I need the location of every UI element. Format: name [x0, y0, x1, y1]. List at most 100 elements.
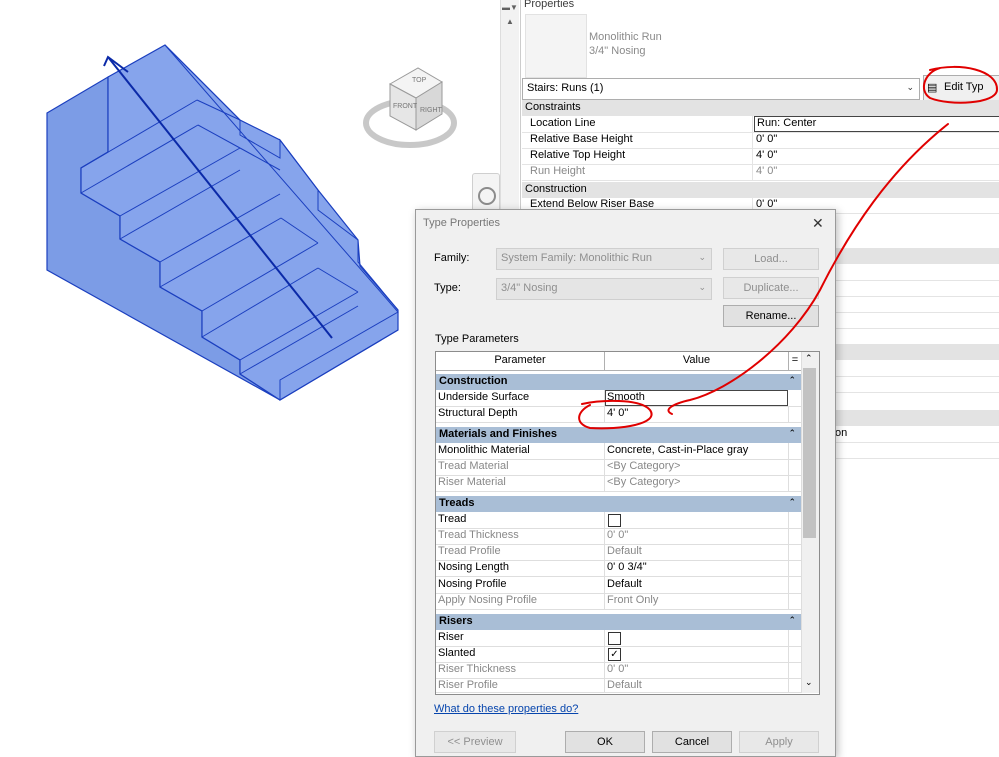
viewcube-front-label: FRONT: [393, 103, 418, 110]
scroll-up-icon[interactable]: ⌃: [805, 353, 813, 364]
slanted-checkbox[interactable]: ✓: [608, 648, 621, 661]
row-tread-material: Tread Material <By Category>: [436, 459, 801, 476]
param-value: 0' 0": [607, 529, 629, 541]
viewcube-right-label: RIGHT: [420, 107, 443, 114]
hidden-row: [835, 312, 999, 329]
type-selector-value: Stairs: Runs (1): [527, 82, 604, 94]
rename-button[interactable]: Rename...: [723, 305, 819, 327]
row-tread-thickness: Tread Thickness 0' 0": [436, 528, 801, 545]
close-icon[interactable]: ✕: [812, 215, 824, 232]
properties-title: Properties: [524, 0, 575, 10]
collapse-icon[interactable]: ⌃: [788, 375, 796, 386]
type-label: Type:: [434, 282, 461, 294]
section-label: Materials and Finishes: [439, 428, 557, 440]
hidden-row: [835, 280, 999, 297]
prop-row-relative-top-height[interactable]: Relative Top Height 4' 0": [522, 148, 999, 165]
row-structural-depth[interactable]: Structural Depth 4' 0": [436, 406, 801, 423]
param-key: Nosing Profile: [438, 578, 507, 590]
prop-key: Location Line: [530, 117, 596, 129]
scroll-down-icon[interactable]: ⌄: [805, 677, 813, 688]
edit-type-button[interactable]: ▤ Edit Typ: [923, 75, 999, 101]
param-value[interactable]: Default: [607, 578, 642, 590]
prop-value[interactable]: 4' 0": [756, 149, 777, 161]
param-value: <By Category>: [607, 476, 681, 488]
section-label: Treads: [439, 497, 475, 509]
col-value[interactable]: Value: [605, 354, 788, 366]
row-tread-profile: Tread Profile Default: [436, 544, 801, 561]
scroll-up-icon[interactable]: ▲: [501, 14, 519, 30]
param-key: Structural Depth: [438, 407, 518, 419]
tread-checkbox[interactable]: [608, 514, 621, 527]
group-construction[interactable]: Construction: [522, 182, 999, 198]
param-key: Riser Thickness: [438, 663, 517, 675]
hidden-row: [835, 442, 999, 459]
param-value[interactable]: 0' 0 3/4": [607, 561, 647, 573]
param-value[interactable]: 4' 0": [607, 407, 628, 419]
family-label: Family:: [434, 252, 470, 264]
cancel-button[interactable]: Cancel: [652, 731, 732, 753]
param-value: Default: [607, 679, 642, 691]
group-constraints[interactable]: Constraints: [522, 100, 999, 116]
edit-type-label: Edit Typ: [944, 81, 984, 93]
prop-row-location-line[interactable]: Location Line Run: Center: [522, 116, 999, 133]
location-line-field[interactable]: Run: Center: [754, 116, 999, 132]
row-riser[interactable]: Riser: [436, 630, 801, 647]
type-selector-dropdown[interactable]: Stairs: Runs (1) ⌄: [522, 78, 920, 100]
family-name: Monolithic Run: [589, 31, 662, 43]
help-link[interactable]: What do these properties do?: [434, 703, 578, 715]
section-treads[interactable]: Treads ⌃: [436, 496, 801, 512]
section-label: Risers: [439, 615, 473, 627]
prop-value[interactable]: 0' 0": [756, 133, 777, 145]
param-key: Tread Thickness: [438, 529, 519, 541]
section-materials[interactable]: Materials and Finishes ⌃: [436, 427, 801, 443]
row-tread[interactable]: Tread: [436, 512, 801, 529]
param-key: Slanted: [438, 647, 476, 659]
row-nosing-length[interactable]: Nosing Length 0' 0 3/4": [436, 560, 801, 577]
collapse-icon[interactable]: ⌃: [788, 497, 796, 508]
prop-key: Relative Base Height: [530, 133, 633, 145]
grid-scroll-thumb[interactable]: [803, 368, 816, 538]
row-underside-surface[interactable]: Underside Surface Smooth: [436, 390, 801, 407]
ok-button[interactable]: OK: [565, 731, 645, 753]
viewcube-top-label: TOP: [412, 77, 427, 84]
type-dropdown-value: 3/4" Nosing: [501, 282, 558, 294]
param-key: Riser Material: [438, 476, 506, 488]
chevron-down-icon: ⌄: [698, 252, 706, 262]
prop-key: Relative Top Height: [530, 149, 626, 161]
col-parameter[interactable]: Parameter: [436, 354, 604, 366]
type-dropdown: 3/4" Nosing ⌄: [496, 278, 712, 300]
row-monolithic-material[interactable]: Monolithic Material Concrete, Cast-in-Pl…: [436, 443, 801, 460]
partial-text: on: [835, 427, 848, 439]
type-preview-image: [525, 14, 587, 78]
row-riser-profile: Riser Profile Default: [436, 678, 801, 693]
param-key: Tread Material: [438, 460, 509, 472]
row-riser-thickness: Riser Thickness 0' 0": [436, 662, 801, 679]
underside-surface-field[interactable]: Smooth: [605, 390, 788, 406]
prop-row-relative-base-height[interactable]: Relative Base Height 0' 0": [522, 132, 999, 149]
group-label: Construction: [525, 183, 587, 195]
riser-checkbox[interactable]: [608, 632, 621, 645]
family-dropdown: System Family: Monolithic Run ⌄: [496, 248, 712, 270]
param-value[interactable]: Concrete, Cast-in-Place gray: [607, 444, 748, 456]
collapse-icon[interactable]: ⌃: [788, 428, 796, 439]
collapse-icon[interactable]: ⌃: [788, 615, 796, 626]
prop-row-run-height: Run Height 4' 0": [522, 164, 999, 181]
hidden-group: [835, 410, 999, 426]
hidden-group: [835, 248, 999, 264]
apply-button: Apply: [739, 731, 819, 753]
row-slanted[interactable]: Slanted ✓: [436, 646, 801, 663]
row-nosing-profile[interactable]: Nosing Profile Default: [436, 577, 801, 594]
hidden-row: [835, 360, 999, 377]
hidden-row: on: [835, 426, 999, 443]
section-risers[interactable]: Risers ⌃: [436, 614, 801, 630]
type-parameters-label: Type Parameters: [435, 333, 519, 345]
viewcube[interactable]: TOP FRONT RIGHT: [360, 58, 480, 168]
param-key: Tread: [438, 513, 467, 525]
param-key: Monolithic Material: [438, 444, 530, 456]
col-eq[interactable]: =: [789, 354, 801, 366]
param-key: Apply Nosing Profile: [438, 594, 538, 606]
section-label: Construction: [439, 375, 508, 387]
section-construction[interactable]: Construction ⌃: [436, 374, 801, 390]
prop-value: 4' 0": [756, 165, 778, 177]
preview-button: << Preview: [434, 731, 516, 753]
